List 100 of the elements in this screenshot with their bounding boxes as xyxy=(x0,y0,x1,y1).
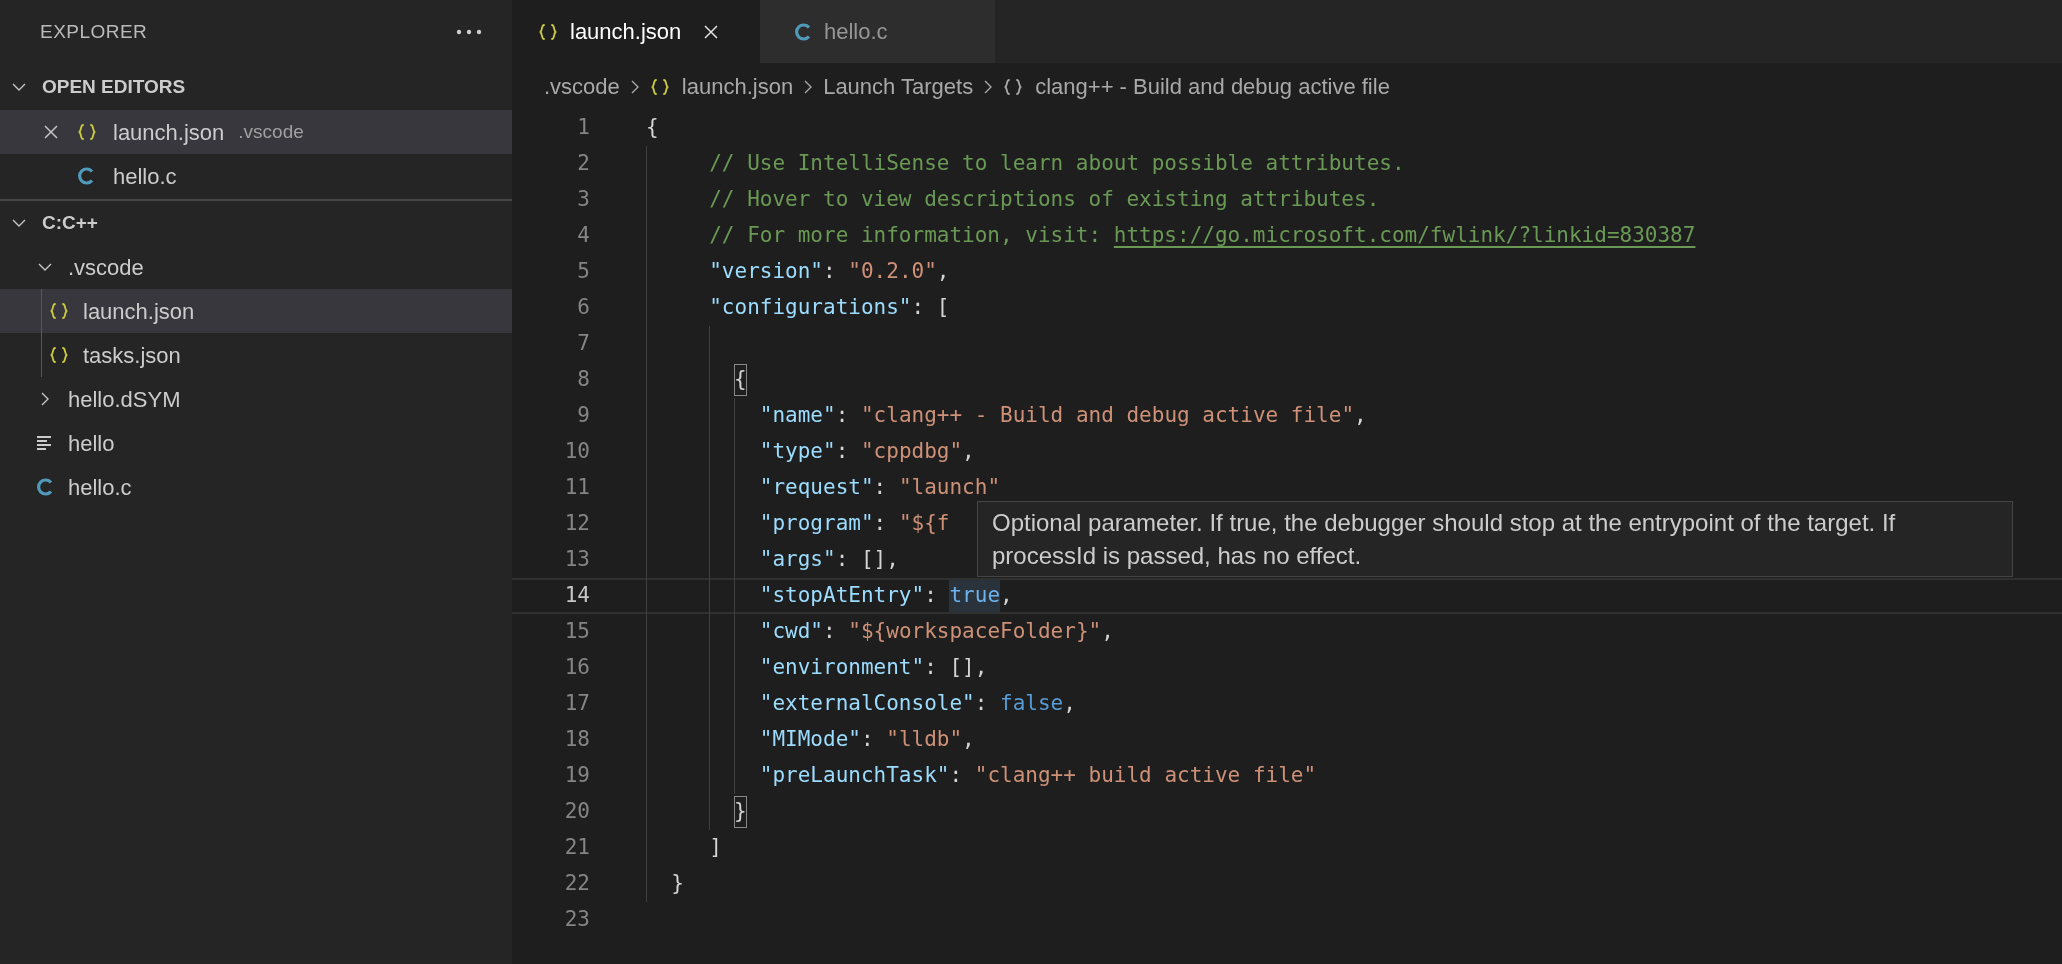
line-number: 10 xyxy=(563,438,590,466)
open-editor-item[interactable]: hello.c xyxy=(0,154,512,198)
code-token: : xyxy=(974,690,989,718)
editor-tab[interactable]: launch.json xyxy=(512,0,760,63)
breadcrumb-item[interactable]: launch.json xyxy=(649,70,794,103)
code-token: : xyxy=(835,402,850,430)
file-tree-item[interactable]: tasks.json xyxy=(0,333,512,377)
line-number: 8 xyxy=(576,366,590,394)
code-token: ] xyxy=(708,834,722,862)
braces-icon xyxy=(49,345,69,365)
code-token: } xyxy=(670,870,684,898)
code-token: : xyxy=(860,726,875,754)
c-file-icon xyxy=(36,477,54,497)
braces-icon xyxy=(49,301,69,321)
code-token: "lldb" xyxy=(886,726,963,754)
code-token: : xyxy=(823,618,837,646)
code-token: false xyxy=(1000,690,1064,718)
line-number: 5 xyxy=(576,258,590,286)
file-tree-item[interactable]: hello.dSYM xyxy=(0,377,512,421)
code-token: "${workspaceFolder}" xyxy=(848,618,1102,646)
line-number: 18 xyxy=(563,726,590,754)
hover-tooltip: Optional parameter. If true, the debugger should stop at the entrypoint of the target. If processId is passed, has no effect. xyxy=(977,501,2013,577)
code-token: "clang++ - Build and debug active file" xyxy=(860,402,1355,430)
line-number: 23 xyxy=(563,906,590,934)
more-actions-icon[interactable] xyxy=(456,29,482,35)
code-token: "stopAtEntry" xyxy=(758,582,925,610)
code-token: : xyxy=(949,762,964,790)
line-number: 9 xyxy=(576,402,590,430)
code-token: "version" xyxy=(708,258,823,286)
code-token: "MIMode" xyxy=(758,726,861,754)
code-token: : xyxy=(924,582,938,610)
code-token: // For more information, visit: xyxy=(708,222,1103,250)
line-number: 11 xyxy=(563,474,590,502)
code-token: , xyxy=(1354,402,1367,430)
file-tree-item[interactable]: hello.c xyxy=(0,465,512,509)
code-token: "configurations" xyxy=(708,294,912,322)
line-number: 2 xyxy=(576,150,590,178)
line-number: 1 xyxy=(576,114,590,142)
code-token: } xyxy=(734,796,747,828)
code-token: true xyxy=(949,580,1001,612)
braces-icon xyxy=(1003,76,1024,97)
file-tree-item[interactable]: launch.json xyxy=(0,289,512,333)
code-token: , xyxy=(1101,618,1114,646)
braces-icon xyxy=(77,122,97,142)
code-token: "${f xyxy=(898,510,950,538)
code-token: : xyxy=(835,438,850,466)
braces-icon xyxy=(538,21,558,42)
line-number: 22 xyxy=(563,870,590,898)
line-number: 14 xyxy=(563,582,590,610)
line-number: 15 xyxy=(563,618,590,646)
breadcrumb-item[interactable]: .vscode xyxy=(544,70,620,103)
code-token: , xyxy=(962,726,975,754)
close-icon[interactable] xyxy=(43,124,59,140)
line-number: 17 xyxy=(563,690,590,718)
section-header[interactable]: C:C++ xyxy=(0,201,512,245)
section-header[interactable]: OPEN EDITORS xyxy=(0,64,512,110)
code-token: "args" xyxy=(758,546,836,574)
code-token: "name" xyxy=(758,402,836,430)
c-file-icon xyxy=(794,21,812,42)
open-editor-item[interactable]: launch.json .vscode xyxy=(0,110,512,154)
code-token: , xyxy=(962,438,975,466)
line-number: 12 xyxy=(563,510,590,538)
code-token: "request" xyxy=(758,474,874,502)
code-token: : xyxy=(873,474,888,502)
code-token: // Hover to view descriptions of existing attributes. xyxy=(708,186,1380,214)
braces-icon xyxy=(649,76,670,97)
code-token: : [], xyxy=(924,654,988,682)
line-number: 6 xyxy=(576,294,590,322)
file-tree-item[interactable]: hello xyxy=(0,421,512,465)
code-token: : [ xyxy=(911,294,950,322)
code-token: "cppdbg" xyxy=(860,438,963,466)
breadcrumb-item[interactable]: Launch Targets xyxy=(823,70,974,103)
code-token: , xyxy=(936,258,950,286)
line-number: 21 xyxy=(563,834,590,862)
breadcrumb-item[interactable]: clang++ - Build and debug active file xyxy=(1003,70,1390,103)
code-token: "externalConsole" xyxy=(758,690,975,718)
text-file-icon xyxy=(36,434,54,452)
code-token: , xyxy=(1000,582,1013,610)
line-number: 19 xyxy=(563,762,590,790)
c-file-icon xyxy=(77,166,95,186)
close-icon[interactable] xyxy=(703,23,720,40)
code-token: { xyxy=(646,114,659,142)
code-token: // Use IntelliSense to learn about possible attributes. xyxy=(708,150,1405,178)
sidebar-title: EXPLORER xyxy=(40,19,148,44)
file-description: .vscode xyxy=(238,119,304,144)
line-number: 7 xyxy=(576,330,590,358)
code-token: "cwd" xyxy=(758,618,823,646)
code-link[interactable]: https://go.microsoft.com/fwlink/?linkid=830387 xyxy=(1113,220,1696,252)
line-number: 16 xyxy=(563,654,590,682)
code-token: : [], xyxy=(835,546,899,574)
code-token: "launch" xyxy=(898,474,1001,502)
file-tree-item[interactable]: .vscode xyxy=(0,245,512,289)
code-token: "type" xyxy=(758,438,836,466)
code-token: "0.2.0" xyxy=(848,258,937,286)
code-token: "preLaunchTask" xyxy=(758,762,950,790)
code-token: "clang++ build active file" xyxy=(974,762,1317,790)
editor-tab[interactable]: hello.c xyxy=(760,0,995,63)
line-number: 20 xyxy=(563,798,590,826)
line-number: 3 xyxy=(576,186,590,214)
code-token: { xyxy=(734,364,747,396)
